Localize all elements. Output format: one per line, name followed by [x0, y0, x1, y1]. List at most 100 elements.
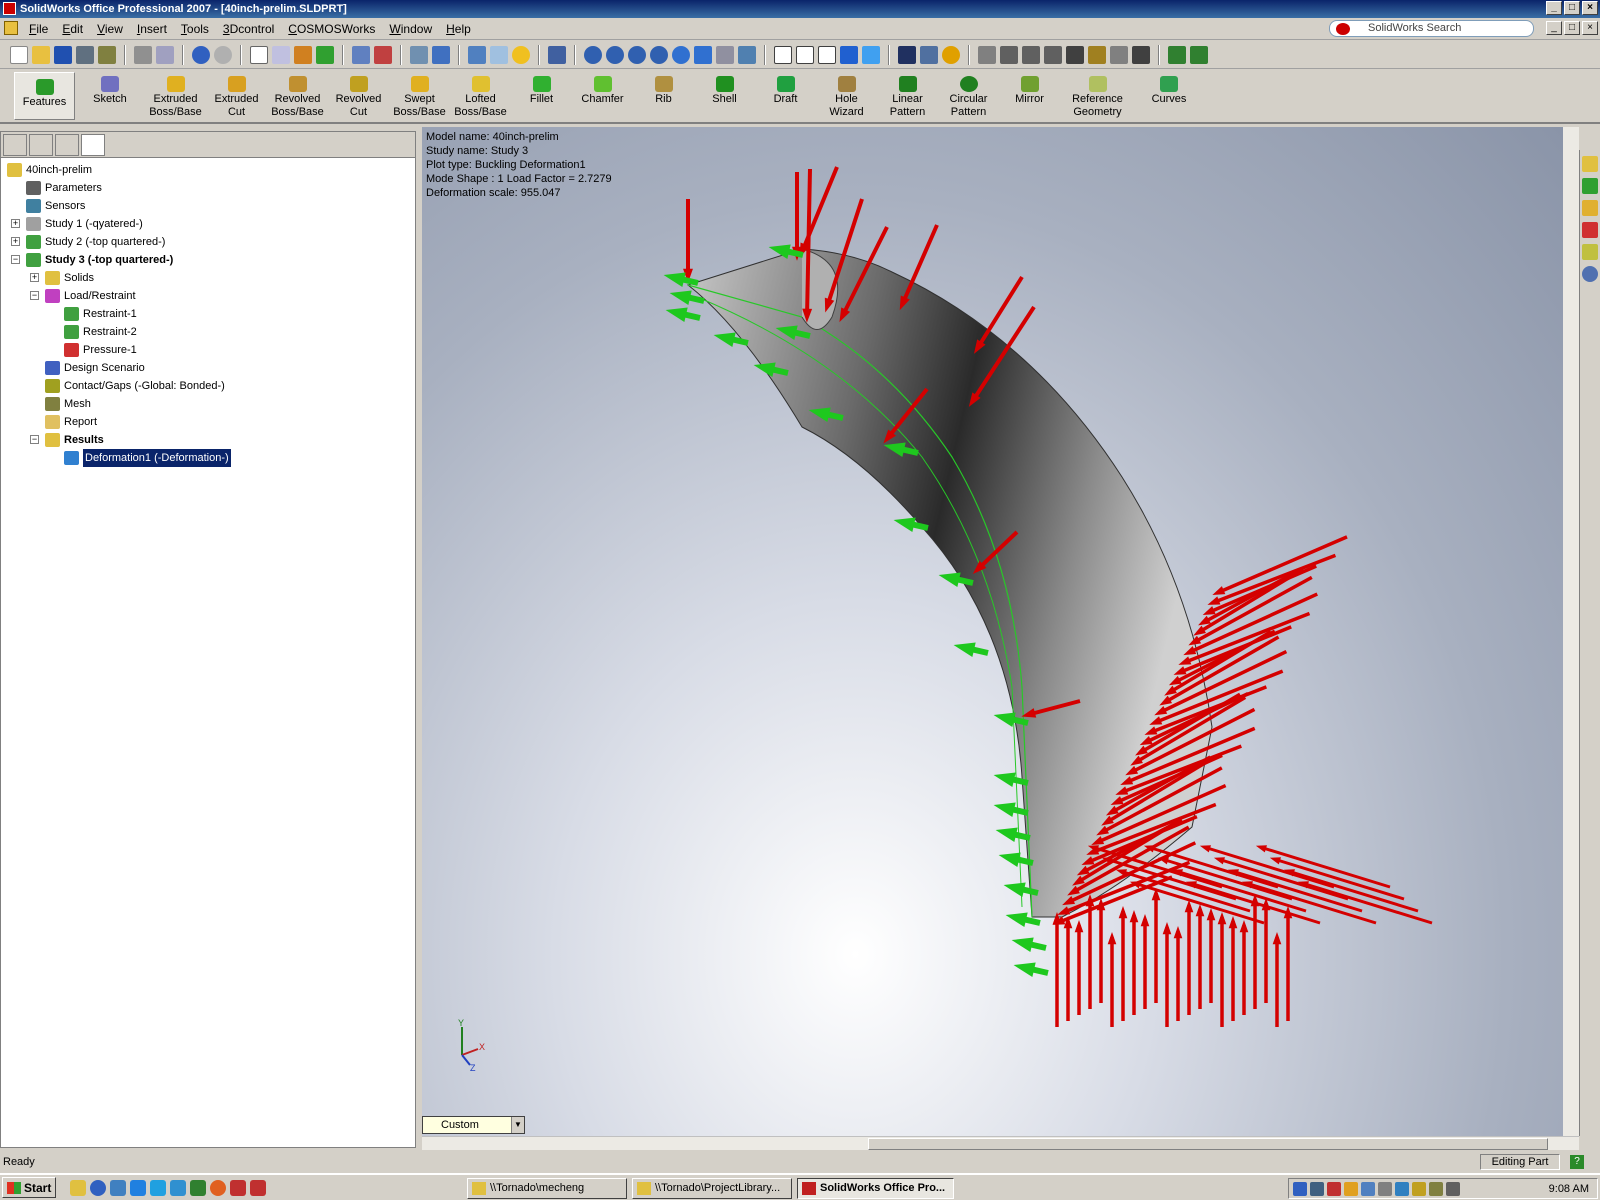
menu-insert[interactable]: Insert [130, 22, 174, 36]
tree-item-report[interactable]: Report [1, 413, 415, 431]
standard-views-icon[interactable] [738, 45, 756, 64]
view-orientation-icon[interactable] [410, 45, 428, 64]
grid-icon[interactable] [374, 45, 392, 64]
close-button[interactable]: × [1582, 1, 1598, 15]
cosmos-study-icon[interactable] [1168, 45, 1186, 64]
solidworks-search-input[interactable]: SolidWorks Search [1329, 20, 1534, 37]
fixture-icon[interactable] [1066, 45, 1084, 64]
tree-item-root[interactable]: 40inch-prelim [1, 161, 415, 179]
revolved-cut-button[interactable]: Revolved Cut [328, 70, 389, 119]
pan-icon[interactable] [694, 45, 712, 64]
shadows-icon[interactable] [898, 45, 916, 64]
search-tray-icon[interactable] [1395, 1181, 1409, 1196]
horizontal-scrollbar[interactable] [422, 1136, 1579, 1150]
options-icon[interactable] [352, 45, 370, 64]
collapse-icon[interactable]: − [11, 255, 20, 264]
collapse-icon[interactable]: − [30, 291, 39, 300]
print-icon[interactable] [134, 45, 152, 64]
network-icon[interactable] [110, 1179, 126, 1196]
extruded-cut-button[interactable]: Extruded Cut [206, 70, 267, 119]
rib-button[interactable]: Rib [633, 70, 694, 106]
tree-item-study2[interactable]: + Study 2 (-top quartered-) [1, 233, 415, 251]
menu-file[interactable]: File [22, 22, 55, 36]
tree-item-mesh[interactable]: Mesh [1, 395, 415, 413]
collapse-pane-icon[interactable] [1582, 266, 1598, 282]
doc-close-button[interactable]: × [1582, 21, 1598, 35]
cosmos-run-icon[interactable] [1190, 45, 1208, 64]
folder-icon[interactable] [70, 1179, 86, 1196]
line-icon[interactable] [1022, 45, 1040, 64]
help-icon[interactable]: ? [1570, 1155, 1584, 1169]
tab-feature-manager[interactable] [3, 134, 27, 156]
wireframe-icon[interactable] [774, 45, 792, 64]
undo-icon[interactable] [192, 45, 210, 64]
cosmos-icon[interactable] [190, 1179, 206, 1196]
menu-edit[interactable]: Edit [55, 22, 90, 36]
expand-icon[interactable]: + [11, 237, 20, 246]
print-preview-icon[interactable] [156, 45, 174, 64]
tab-property-manager[interactable] [29, 134, 53, 156]
make-assembly-icon[interactable] [98, 45, 116, 64]
file-explorer-icon[interactable] [1582, 200, 1598, 216]
reference-geometry-button[interactable]: Reference Geometry [1060, 70, 1135, 119]
hidden-lines-visible-icon[interactable] [796, 45, 814, 64]
scrollbar-thumb[interactable] [868, 1138, 1548, 1150]
help-icon[interactable] [512, 45, 530, 64]
features-button[interactable]: Features [14, 72, 75, 120]
lofted-boss-button[interactable]: Lofted Boss/Base [450, 70, 511, 119]
tree-item-study1[interactable]: + Study 1 (-qyatered-) [1, 215, 415, 233]
menu-3dcontrol[interactable]: 3Dcontrol [216, 22, 281, 36]
sketch-button[interactable]: Sketch [75, 70, 145, 106]
zoom-in-out-icon[interactable] [628, 45, 646, 64]
arrow-icon[interactable] [1044, 45, 1062, 64]
menu-window[interactable]: Window [382, 22, 439, 36]
zoom-to-selection-icon[interactable] [650, 45, 668, 64]
open-icon[interactable] [32, 45, 50, 64]
view-select-icon[interactable] [432, 45, 450, 64]
draft-button[interactable]: Draft [755, 70, 816, 106]
rotate-view-icon[interactable] [672, 45, 690, 64]
cursor-icon[interactable] [548, 45, 566, 64]
swept-boss-button[interactable]: Swept Boss/Base [389, 70, 450, 119]
messenger-icon[interactable] [170, 1179, 186, 1196]
fillet-button[interactable]: Fillet [511, 70, 572, 106]
arc-icon[interactable] [1000, 45, 1018, 64]
circular-pattern-button[interactable]: Circular Pattern [938, 70, 999, 119]
annotation-icon[interactable] [1088, 45, 1106, 64]
tree-item-restraint2[interactable]: Restraint-2 [1, 323, 415, 341]
doc-restore-button[interactable]: □ [1564, 21, 1580, 35]
zoom-to-area-icon[interactable] [606, 45, 624, 64]
menu-help[interactable]: Help [439, 22, 478, 36]
graphics-viewport[interactable]: Model name: 40inch-prelim Study name: St… [422, 127, 1563, 1136]
tree-item-deformation1[interactable]: Deformation1 (-Deformation-) [1, 448, 415, 468]
tree-item-parameters[interactable]: Parameters [1, 179, 415, 197]
start-button[interactable]: Start [2, 1177, 56, 1198]
solidworks-icon[interactable] [230, 1179, 246, 1196]
update-tray-icon[interactable] [1344, 1181, 1358, 1196]
menu-view[interactable]: View [90, 22, 130, 36]
menu-cosmosworks[interactable]: COSMOSWorks [281, 22, 382, 36]
shell-button[interactable]: Shell [694, 70, 755, 106]
tab-cosmos-manager[interactable] [81, 134, 105, 156]
make-drawing-icon[interactable] [76, 45, 94, 64]
hidden-lines-removed-icon[interactable] [818, 45, 836, 64]
help-tray-icon[interactable] [1293, 1181, 1307, 1196]
firefox-icon[interactable] [210, 1179, 226, 1196]
security-tray-icon[interactable] [1412, 1181, 1426, 1196]
usb-tray-icon[interactable] [1429, 1181, 1443, 1196]
design-library-icon[interactable] [1582, 178, 1598, 194]
media-player-icon[interactable] [90, 1179, 106, 1196]
menu-tools[interactable]: Tools [174, 22, 216, 36]
taskbar-item-projectlibrary[interactable]: \\Tornado\ProjectLibrary... [632, 1178, 792, 1199]
tree-item-pressure1[interactable]: Pressure-1 [1, 341, 415, 359]
taskbar-item-solidworks[interactable]: SolidWorks Office Pro... [797, 1178, 954, 1199]
expand-icon[interactable]: + [30, 273, 39, 282]
measure-icon[interactable] [1110, 45, 1128, 64]
linear-pattern-button[interactable]: Linear Pattern [877, 70, 938, 119]
configuration-combo[interactable]: Custom ▼ [422, 1116, 525, 1134]
tree-item-study3[interactable]: − Study 3 (-top quartered-) [1, 251, 415, 269]
save-icon[interactable] [54, 45, 72, 64]
traffic-light-icon[interactable] [316, 45, 334, 64]
tree-item-restraint1[interactable]: Restraint-1 [1, 305, 415, 323]
tree-item-contact[interactable]: Contact/Gaps (-Global: Bonded-) [1, 377, 415, 395]
